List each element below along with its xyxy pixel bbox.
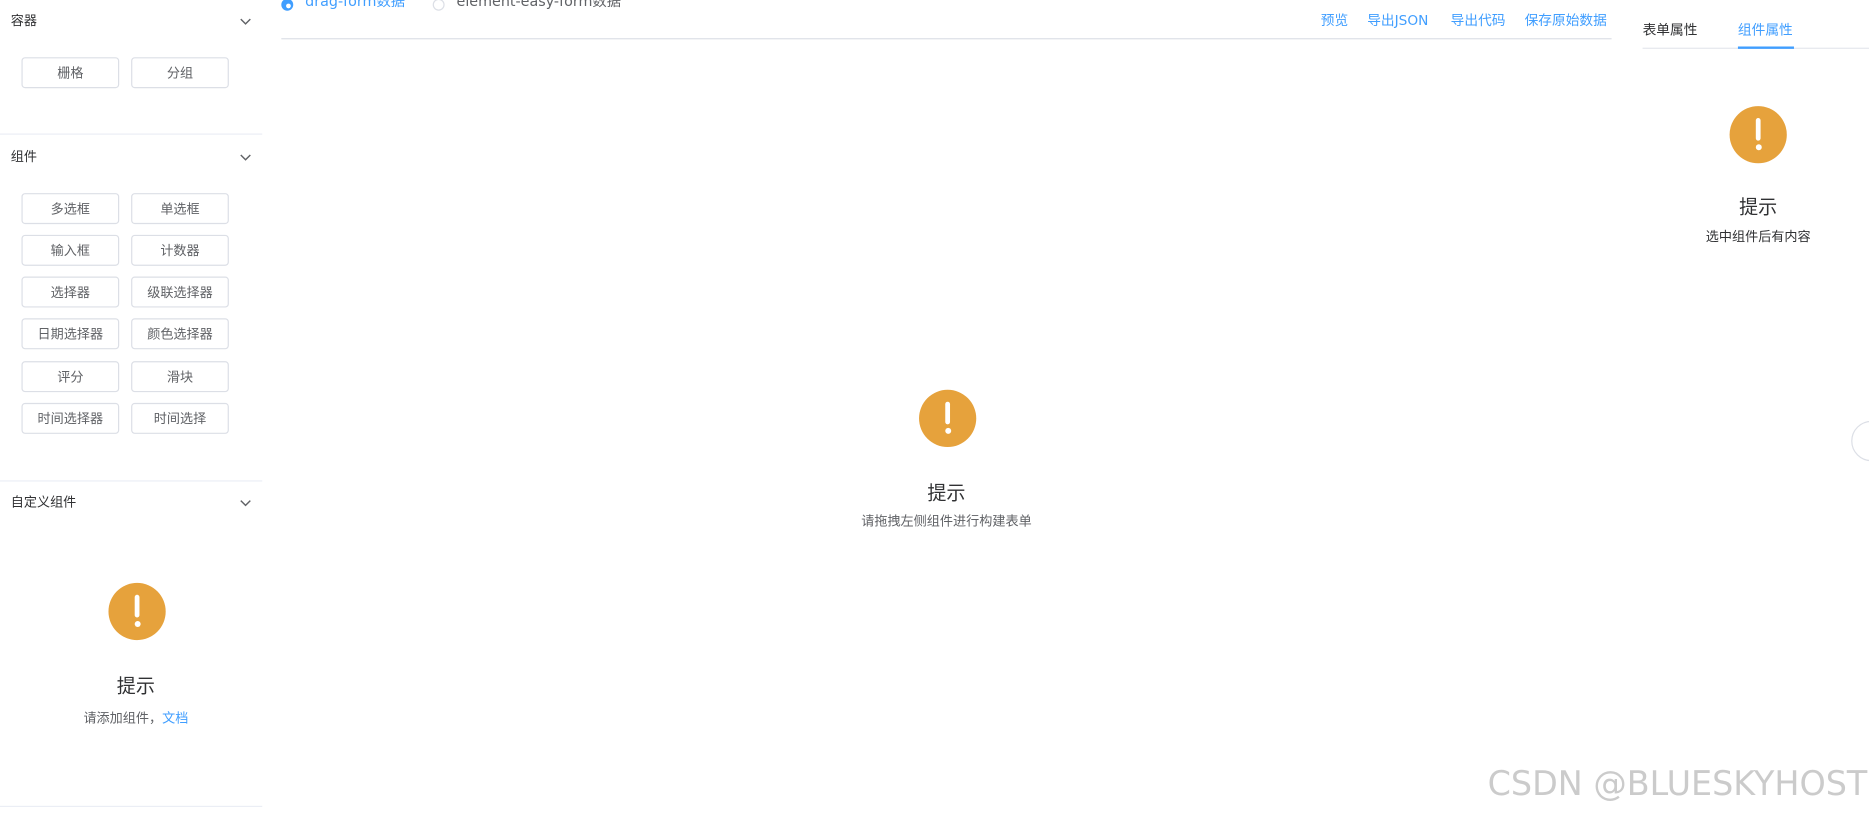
- radio-unchecked-icon: [432, 0, 445, 11]
- section-title: 组件: [10, 149, 37, 165]
- chevron-down-icon: [240, 500, 251, 507]
- section-title: 自定义组件: [10, 494, 77, 511]
- empty-text: 请添加组件，文档: [29, 708, 244, 727]
- component-button[interactable]: 颜色选择器: [131, 318, 229, 350]
- empty-text-label: 请添加组件，: [83, 710, 163, 726]
- toolbar: drag-form数据 element-easy-form数据 预览 导出JSO…: [281, 0, 1612, 40]
- section-header-container[interactable]: 容器: [11, 10, 253, 34]
- section-header-components[interactable]: 组件: [11, 145, 253, 169]
- component-button[interactable]: 多选框: [21, 193, 120, 225]
- radio-label: drag-form数据: [305, 0, 406, 10]
- section-title: 容器: [10, 13, 37, 29]
- component-button[interactable]: 评分: [21, 361, 120, 393]
- form-canvas[interactable]: 提示 请拖拽左侧组件进行构建表单: [281, 41, 1611, 816]
- exclamation-circle-icon: [108, 582, 166, 641]
- section-divider: [0, 805, 263, 807]
- empty-title: 提示: [1739, 195, 1778, 219]
- radio-label: element-easy-form数据: [456, 0, 622, 10]
- component-button[interactable]: 栅格: [21, 57, 120, 89]
- exclamation-circle-icon: [919, 389, 977, 447]
- export-code-button[interactable]: 导出代码: [1451, 11, 1506, 30]
- export-json-button[interactable]: 导出JSON: [1367, 11, 1428, 30]
- app-root: 容器 栅格 分组 组件 多选框 单选框 输入框 计数器 选择器 级联选择器 日期…: [0, 0, 1869, 818]
- component-button[interactable]: 输入框: [21, 234, 120, 266]
- empty-text: 选中组件后有内容: [1705, 228, 1811, 245]
- right-panel: 表单属性 组件属性 提示 选中组件后有内容: [1642, 0, 1869, 818]
- component-button[interactable]: 级联选择器: [131, 276, 229, 308]
- watermark: CSDN @BLUESKYHOST: [1487, 764, 1868, 804]
- component-button[interactable]: 时间选择器: [21, 402, 120, 434]
- active-tab-indicator: [1737, 46, 1794, 49]
- section-header-custom[interactable]: 自定义组件: [11, 491, 253, 515]
- component-button[interactable]: 日期选择器: [21, 318, 120, 350]
- save-raw-data-button[interactable]: 保存原始数据: [1525, 11, 1607, 30]
- tab-component-properties[interactable]: 组件属性: [1738, 20, 1793, 39]
- preview-button[interactable]: 预览: [1321, 11, 1348, 30]
- toolbar-divider: [281, 38, 1612, 40]
- empty-title: 提示: [116, 674, 155, 698]
- section-divider: [0, 133, 263, 135]
- empty-title: 提示: [927, 481, 966, 505]
- exclamation-circle-icon: [1729, 106, 1787, 164]
- component-button[interactable]: 滑块: [131, 361, 229, 393]
- chevron-down-icon: [240, 154, 251, 161]
- component-button[interactable]: 单选框: [131, 193, 229, 225]
- component-button[interactable]: 分组: [131, 57, 229, 89]
- empty-text: 请拖拽左侧组件进行构建表单: [861, 513, 1032, 530]
- chevron-down-icon: [240, 18, 251, 25]
- left-panel: 容器 栅格 分组 组件 多选框 单选框 输入框 计数器 选择器 级联选择器 日期…: [0, 0, 263, 818]
- component-button[interactable]: 时间选择: [131, 402, 229, 434]
- component-button[interactable]: 计数器: [131, 234, 229, 266]
- docs-link[interactable]: 文档: [162, 710, 188, 725]
- section-divider: [0, 480, 263, 482]
- radio-checked-icon: [281, 0, 294, 11]
- component-button[interactable]: 选择器: [21, 276, 120, 308]
- tab-form-properties[interactable]: 表单属性: [1643, 20, 1698, 39]
